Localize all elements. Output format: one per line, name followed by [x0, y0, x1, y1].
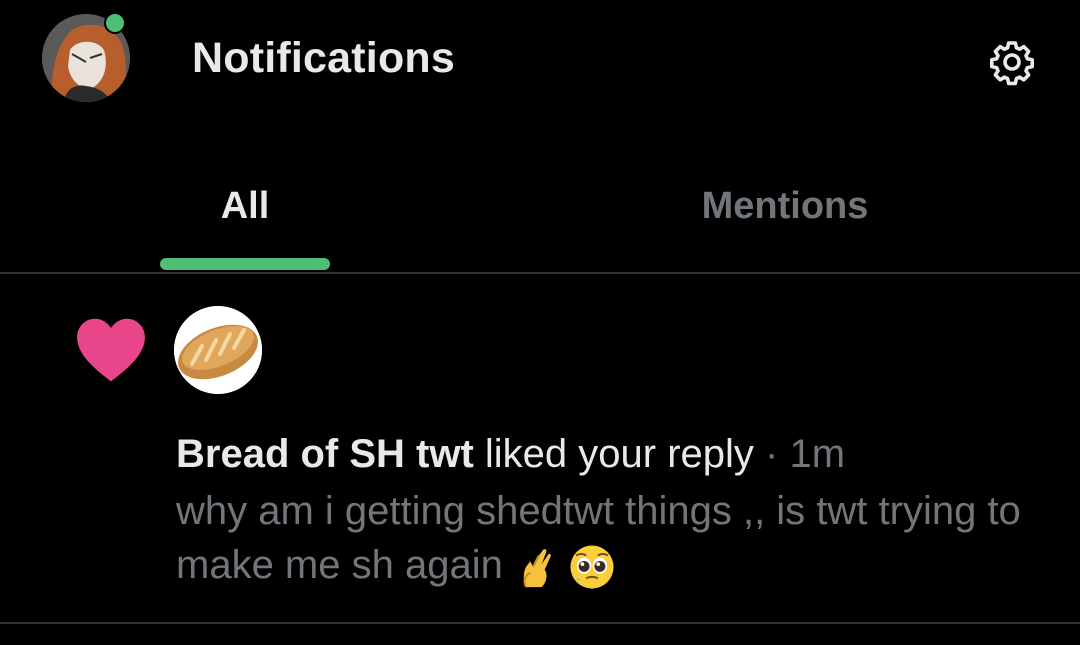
settings-button[interactable] [984, 34, 1040, 90]
actor-name[interactable]: Bread of SH twt [176, 432, 474, 476]
notification-item[interactable]: Bread of SH twt liked your reply · 1m wh… [0, 274, 1080, 622]
notification-tabs: All Mentions [0, 140, 1080, 274]
crossed-fingers-emoji [523, 549, 551, 588]
tab-mentions[interactable]: Mentions [490, 140, 1080, 272]
tab-all[interactable]: All [0, 140, 490, 272]
gear-icon [990, 41, 1034, 86]
pleading-face-emoji [570, 545, 614, 589]
heart-icon [77, 318, 145, 382]
reply-preview: why am i getting shedtwt things ,, is tw… [176, 484, 1036, 592]
notification-divider [0, 622, 1080, 624]
action-text: liked your reply [473, 432, 754, 476]
header-bar: Notifications [0, 0, 1080, 120]
timestamp: 1m [789, 432, 846, 476]
status-dot [104, 12, 126, 34]
notification-summary: Bread of SH twt liked your reply · 1m [176, 430, 845, 478]
active-tab-indicator [160, 258, 330, 270]
separator-dot: · [753, 432, 790, 476]
page-title: Notifications [192, 34, 455, 82]
bread-avatar-icon [174, 306, 262, 394]
actor-avatar[interactable] [174, 306, 262, 394]
